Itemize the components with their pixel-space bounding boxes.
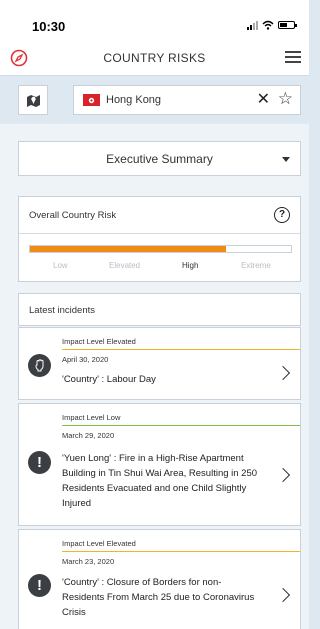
risk-title: Overall Country Risk (29, 210, 117, 221)
incident-title: 'Yuen Long' : Fire in a High-Rise Apartm… (62, 453, 258, 509)
exclamation-icon: ! (28, 451, 51, 474)
exclamation-icon: ! (28, 574, 51, 597)
status-bar: 10:30 (0, 0, 309, 40)
impact-level-line (62, 551, 300, 552)
dropdown-selected-value: Executive Summary (106, 152, 213, 166)
incidents-title: Latest incidents (29, 305, 96, 316)
risk-level-fill (30, 246, 226, 252)
risk-level-extreme: Extreme (241, 261, 271, 270)
incident-item[interactable]: Impact Level Elevated March 23, 2020 'Co… (18, 529, 301, 629)
caret-down-icon (282, 157, 290, 162)
chevron-right-icon[interactable] (275, 587, 291, 603)
risk-level-high: High (182, 261, 199, 270)
incident-item[interactable]: Impact Level Low March 29, 2020 'Yuen Lo… (18, 403, 301, 526)
incident-impact-level: Impact Level Elevated (62, 337, 136, 346)
app-header: COUNTRY RISKS (0, 40, 309, 76)
incident-date: April 30, 2020 (62, 355, 109, 364)
incident-impact-level: Impact Level Low (62, 413, 121, 422)
overall-risk-card: Overall Country Risk ? Low Elevated High… (18, 196, 301, 282)
signal-icon (247, 20, 258, 30)
incident-date: March 29, 2020 (62, 431, 115, 440)
battery-icon (278, 21, 297, 29)
incident-impact-level: Impact Level Elevated (62, 539, 136, 548)
risk-level-low: Low (53, 261, 68, 270)
wifi-icon (262, 20, 274, 30)
status-time: 10:30 (32, 19, 66, 34)
page-title: COUNTRY RISKS (103, 51, 206, 65)
country-input[interactable]: Hong Kong ✕ ☆ (73, 85, 301, 115)
chevron-right-icon[interactable] (275, 467, 291, 483)
country-name: Hong Kong (106, 94, 162, 106)
star-outline-icon[interactable]: ☆ (278, 90, 293, 108)
help-icon[interactable]: ? (274, 207, 290, 223)
chevron-right-icon[interactable] (275, 365, 291, 381)
raised-fist-icon (28, 354, 51, 377)
latest-incidents-header: Latest incidents (18, 293, 301, 326)
impact-level-line (62, 425, 300, 426)
clear-icon[interactable]: ✕ (257, 91, 270, 109)
country-search-row: Hong Kong ✕ ☆ (0, 77, 309, 123)
executive-summary-dropdown[interactable]: Executive Summary (18, 141, 301, 176)
incident-item[interactable]: Impact Level Elevated April 30, 2020 'Co… (18, 327, 301, 400)
impact-level-line (62, 349, 300, 350)
hamburger-menu-icon[interactable] (285, 49, 301, 65)
incident-title: 'Country' : Labour Day (62, 374, 156, 385)
incident-title: 'Country' : Closure of Borders for non-R… (62, 577, 255, 618)
main-content: Executive Summary Overall Country Risk ?… (0, 123, 309, 629)
risk-level-labels: Low Elevated High Extreme (29, 261, 292, 273)
map-button[interactable] (18, 85, 48, 115)
status-icons (247, 20, 297, 30)
hong-kong-flag-icon (83, 94, 100, 106)
risk-level-elevated: Elevated (109, 261, 141, 270)
risk-level-bar (29, 245, 292, 253)
incident-date: March 23, 2020 (62, 557, 115, 566)
risk-card-header: Overall Country Risk ? (19, 197, 300, 234)
map-icon (26, 94, 40, 107)
